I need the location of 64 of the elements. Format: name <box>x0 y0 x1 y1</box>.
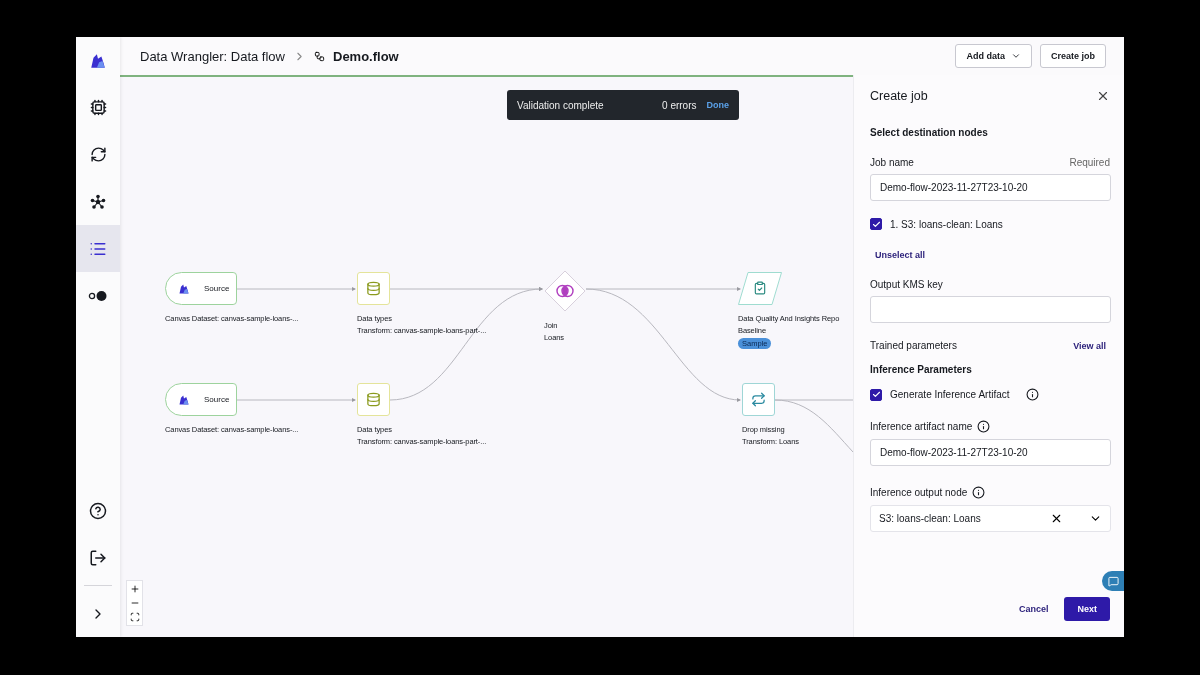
next-button[interactable]: Next <box>1064 597 1110 621</box>
kms-key-field[interactable] <box>870 296 1111 323</box>
output-node-select[interactable]: S3: loans-clean: Loans <box>870 505 1111 532</box>
caret-icon <box>1011 51 1021 61</box>
chat-icon <box>1107 575 1119 587</box>
info-icon <box>977 420 991 433</box>
transform-node[interactable] <box>357 383 390 416</box>
clipboard-icon <box>753 281 767 295</box>
node-label: Source <box>204 395 230 404</box>
field-label: Inference artifact name <box>870 420 1110 433</box>
source-node[interactable]: Source <box>165 383 237 416</box>
help-icon <box>89 501 107 520</box>
transform-node[interactable] <box>742 383 775 416</box>
join-icon <box>557 285 573 297</box>
section-heading: Select destination nodes <box>870 127 989 138</box>
zoom-in-icon[interactable] <box>129 584 140 594</box>
cancel-button[interactable]: Cancel <box>1012 603 1055 615</box>
database-icon <box>366 281 381 296</box>
checkbox[interactable] <box>870 388 882 401</box>
flow-icon <box>314 50 325 62</box>
checkbox[interactable] <box>870 218 882 230</box>
toast-title: Validation complete <box>517 99 605 111</box>
generate-checkbox[interactable]: Generate Inference Artifact <box>870 388 1110 401</box>
breadcrumb-link[interactable]: Data Wrangler: Data flow <box>140 48 285 64</box>
field-label: Inference output node <box>870 486 1110 499</box>
add-data-button[interactable]: Add data <box>955 44 1032 68</box>
toggle-icon <box>88 289 108 302</box>
close-button[interactable] <box>1096 89 1110 103</box>
file-name: Demo.flow <box>333 48 399 64</box>
repeat-icon <box>751 392 766 407</box>
info-icon <box>972 486 986 499</box>
chip-icon <box>89 99 107 116</box>
checkbox-label: Generate Inference Artifact <box>890 389 1010 400</box>
checkbox-label: 1. S3: loans-clean: Loans <box>890 218 1003 230</box>
close-icon <box>1096 89 1110 103</box>
done-link[interactable]: Done <box>706 100 729 110</box>
join-node[interactable] <box>544 270 586 312</box>
chat-button[interactable] <box>1102 571 1124 591</box>
refresh-icon <box>89 146 107 163</box>
clear-icon <box>1050 512 1063 525</box>
node-label: Source <box>204 284 230 293</box>
artifact-name-field[interactable]: Demo-flow-2023-11-27T23-10-20 <box>870 439 1111 466</box>
section-heading: Inference Parameters <box>870 364 973 375</box>
info-icon <box>1025 388 1039 401</box>
unselect-all-link[interactable]: Unselect all <box>875 250 926 260</box>
field-label: Trained parameters <box>870 340 957 351</box>
source-node[interactable]: Source <box>165 272 237 305</box>
database-icon <box>366 392 381 407</box>
destination-checkbox[interactable]: 1. S3: loans-clean: Loans <box>870 218 1110 230</box>
required-hint: Required <box>1069 157 1110 168</box>
logo-icon <box>178 393 190 406</box>
error-count: 0 errors <box>662 99 697 111</box>
create-job-button[interactable]: Create job <box>1040 44 1106 68</box>
logout-icon <box>89 548 107 567</box>
nodes-icon <box>90 193 106 210</box>
transform-node[interactable] <box>357 272 390 305</box>
logo-icon <box>178 282 190 295</box>
view-all-link[interactable]: View all <box>1073 340 1106 351</box>
field-label: Output KMS key <box>870 279 944 290</box>
panel-title: Create job <box>870 89 928 103</box>
fit-view-icon[interactable] <box>129 612 140 622</box>
field-label: Job name <box>870 157 914 168</box>
job-name-field[interactable]: Demo-flow-2023-11-27T23-10-20 <box>870 174 1111 201</box>
report-node[interactable] <box>738 272 782 305</box>
